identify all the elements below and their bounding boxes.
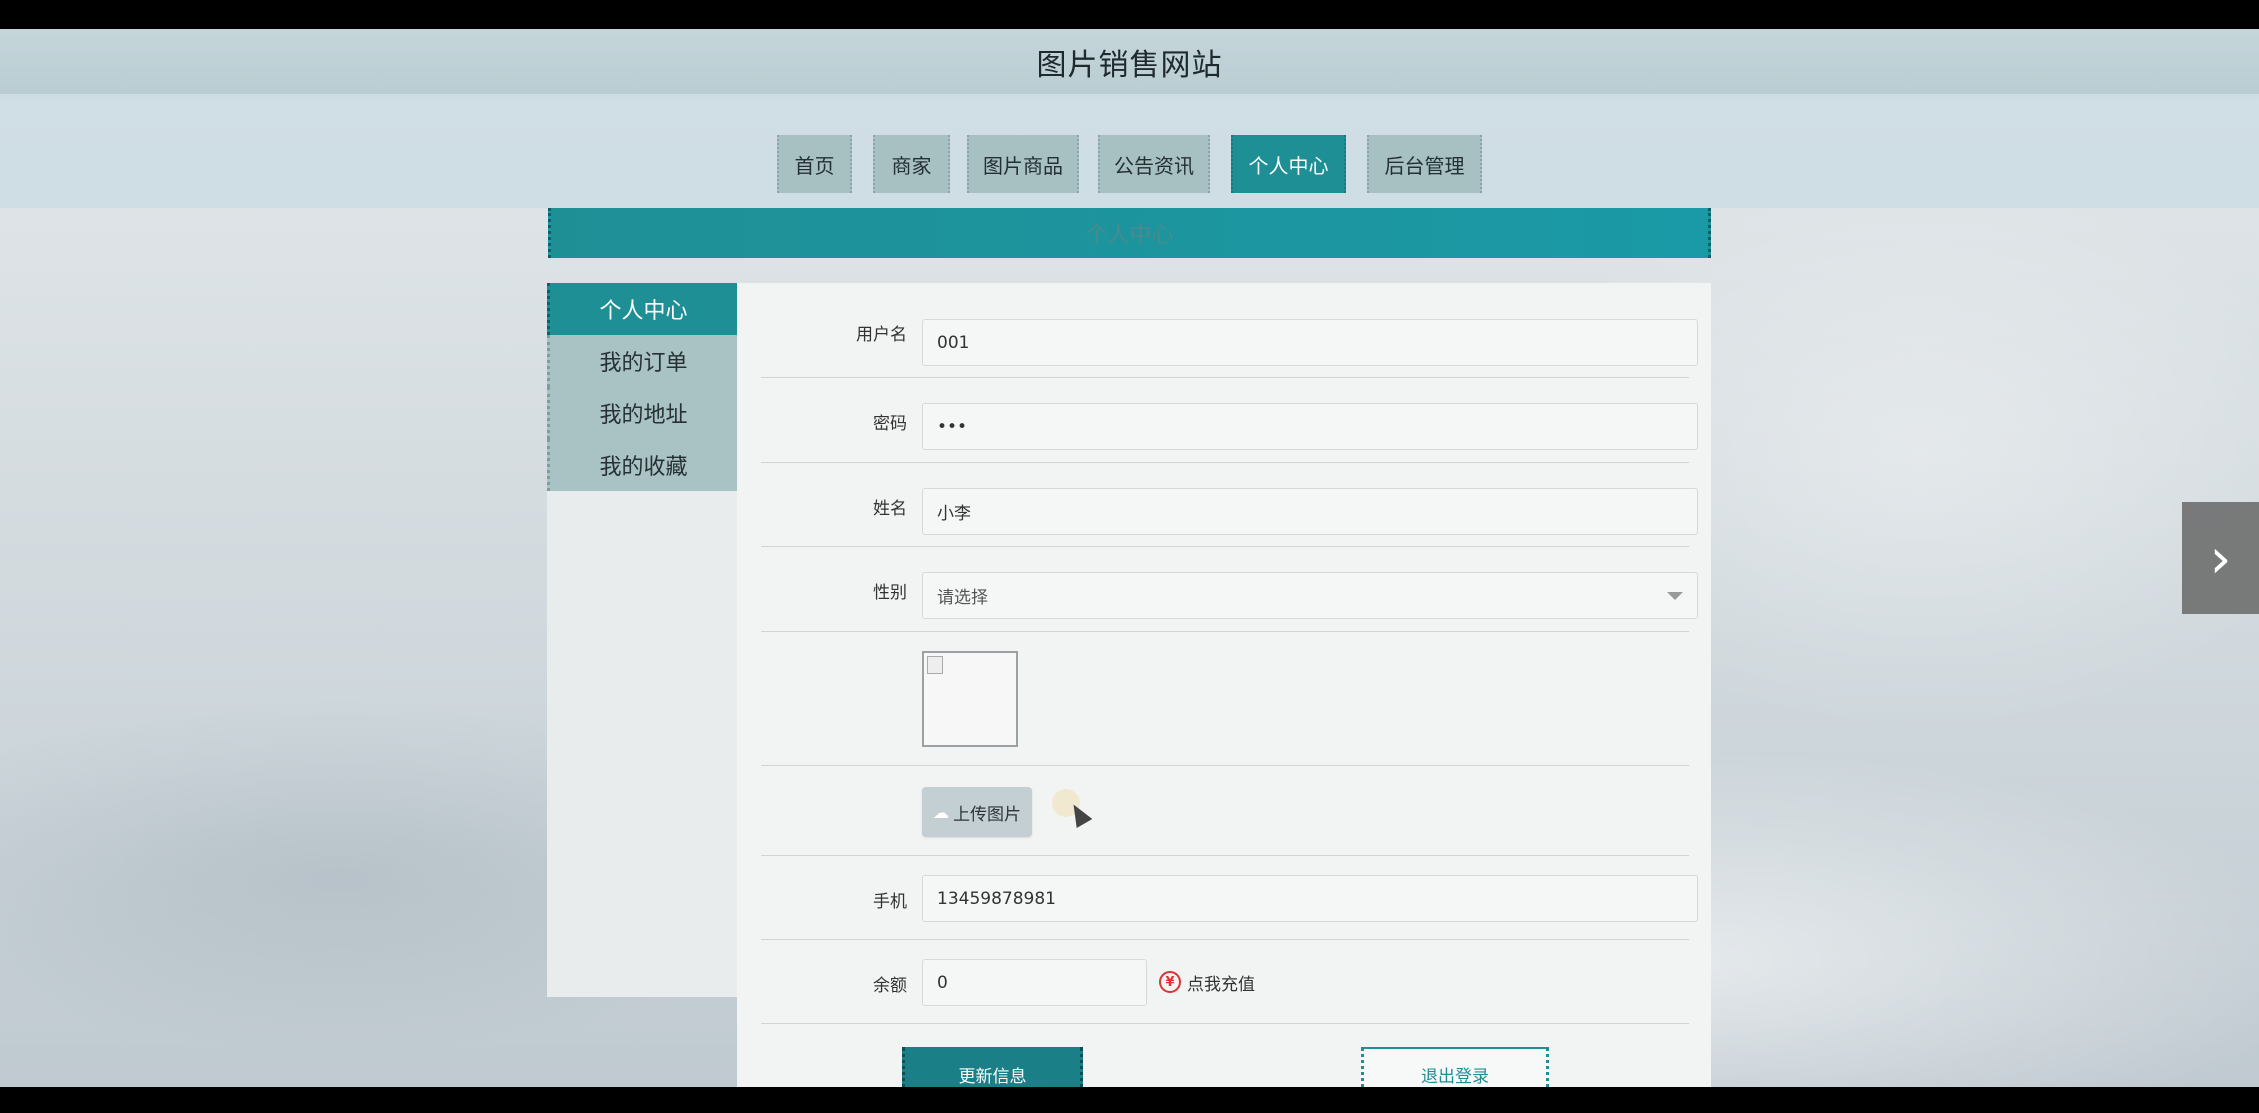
sidebar: 个人中心 我的订单 我的地址 我的收藏	[547, 283, 737, 997]
avatar-preview	[922, 651, 1018, 747]
site-title: 图片销售网站	[1036, 47, 1223, 83]
yen-icon: ¥	[1159, 971, 1181, 993]
form-row-avatar	[761, 631, 1689, 766]
update-info-button[interactable]: 更新信息	[902, 1047, 1083, 1087]
phone-input[interactable]: 13459878981	[922, 875, 1698, 922]
cloud-upload-icon: ☁	[933, 802, 949, 822]
nav-item-image-products[interactable]: 图片商品	[967, 135, 1079, 193]
main-nav: 首页 商家 图片商品 公告资讯 个人中心 后台管理	[0, 94, 2259, 208]
form-row-upload: ☁ 上传图片	[761, 765, 1689, 856]
name-label: 姓名	[873, 499, 907, 519]
gender-select-value: 请选择	[937, 588, 988, 608]
logout-button[interactable]: 退出登录	[1361, 1047, 1549, 1087]
form-row-phone: 手机 13459878981	[761, 855, 1698, 940]
password-input[interactable]: •••	[922, 403, 1698, 450]
chevron-down-icon	[1667, 592, 1683, 600]
broken-image-icon	[927, 656, 943, 674]
gender-label: 性别	[873, 583, 907, 603]
phone-label: 手机	[873, 892, 907, 912]
password-label: 密码	[873, 414, 907, 434]
nav-item-personal-center[interactable]: 个人中心	[1231, 135, 1346, 193]
sidebar-item-orders[interactable]: 我的订单	[547, 335, 737, 387]
upload-image-button[interactable]: ☁ 上传图片	[922, 787, 1032, 837]
recharge-label: 点我充值	[1187, 974, 1255, 995]
section-banner: 个人中心	[548, 208, 1711, 258]
form-row-username: 用户名 001	[761, 283, 1698, 378]
nav-item-announcements[interactable]: 公告资讯	[1098, 135, 1210, 193]
name-input[interactable]: 小李	[922, 488, 1698, 535]
sidebar-item-personal-center[interactable]: 个人中心	[547, 283, 737, 335]
recharge-link[interactable]: ¥ 点我充值	[1159, 969, 1255, 995]
sidebar-item-addresses[interactable]: 我的地址	[547, 387, 737, 439]
nav-item-merchants[interactable]: 商家	[873, 135, 950, 193]
username-input[interactable]: 001	[922, 319, 1698, 366]
site-header: 图片销售网站	[0, 29, 2259, 94]
browser-viewport: 图片销售网站 首页 商家 图片商品 公告资讯 个人中心 后台管理 个人中心 个人…	[0, 29, 2259, 1087]
balance-input[interactable]: 0	[922, 959, 1147, 1006]
section-title: 个人中心	[1085, 223, 1174, 248]
balance-label: 余额	[873, 976, 907, 996]
nav-item-admin[interactable]: 后台管理	[1367, 135, 1482, 193]
form-row-balance: 余额 0 ¥ 点我充值	[761, 939, 1689, 1024]
profile-form: 用户名 001 密码 ••• 姓名 小李 性别 请选择 ☁ 上传图片 手机 13…	[737, 283, 1711, 1087]
carousel-next-button[interactable]: ›	[2182, 502, 2259, 614]
gender-select[interactable]: 请选择	[922, 572, 1698, 619]
sidebar-item-favorites[interactable]: 我的收藏	[547, 439, 737, 491]
form-row-password: 密码 •••	[761, 377, 1698, 463]
chevron-right-icon: ›	[2209, 526, 2232, 590]
username-label: 用户名	[856, 325, 907, 345]
form-row-gender: 性别 请选择	[761, 546, 1698, 632]
nav-item-home[interactable]: 首页	[777, 135, 852, 193]
form-row-name: 姓名 小李	[761, 462, 1698, 547]
upload-image-label: 上传图片	[953, 804, 1021, 825]
